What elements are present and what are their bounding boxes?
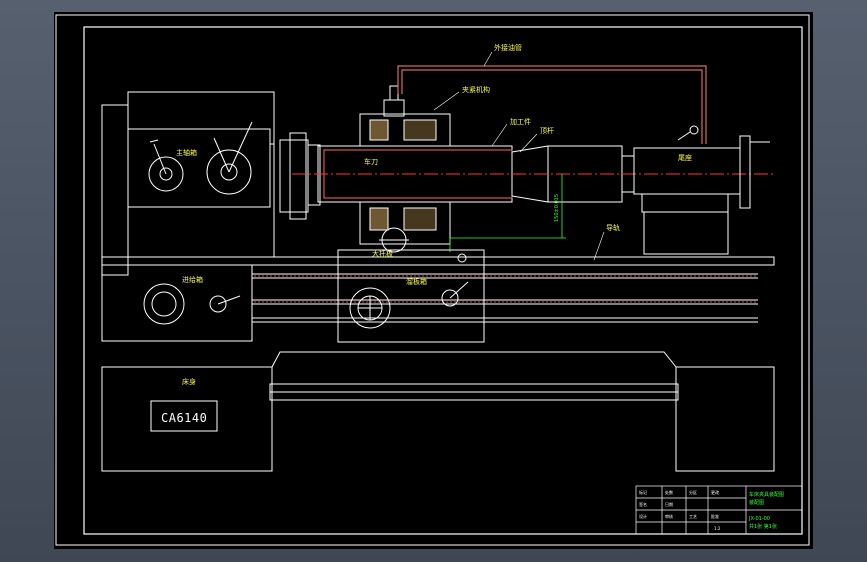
label-feed-box: 进给箱 (182, 275, 203, 284)
headstock (101, 91, 321, 276)
outer-frame (55, 14, 810, 546)
model-label: CA6140 (161, 411, 207, 425)
title-block-cell: 更改 (711, 489, 719, 495)
apron (337, 249, 485, 343)
title-block-cell: 分区 (689, 489, 697, 495)
dimension-text: 150±0.015 (554, 194, 560, 222)
tailstock (633, 125, 770, 255)
title-block-cell: 签名 (639, 501, 647, 507)
title-block-cell: 处数 (665, 489, 673, 495)
label-tailstock: 尾座 (678, 153, 692, 162)
title-block-cell: 设计 (639, 513, 647, 519)
title-block-scale: 1:2 (714, 526, 721, 531)
title-block-cell: 批准 (711, 513, 719, 519)
title-block-cell: 审核 (665, 513, 673, 519)
title-block-subtitle: 装配图 (749, 499, 764, 506)
lathe-drawing: 主轴箱 车刀 加工件 顶杆 夹紧机构 外接油管 150±0.015 尾座 导轨 … (55, 14, 810, 546)
label-fixture: 夹紧机构 (462, 85, 490, 94)
title-block-code: JX-01-00 (748, 516, 770, 522)
title-block-sheet: 共1张 第1张 (749, 523, 777, 530)
feed-box (101, 264, 253, 342)
title-block-cell: 标记 (639, 489, 647, 495)
title-block-title: 车床夹具装配图 (749, 491, 784, 498)
label-headstock: 主轴箱 (176, 148, 197, 157)
dimension (449, 174, 566, 252)
leadscrew (254, 275, 756, 303)
title-block-cell: 工艺 (689, 514, 697, 519)
label-bed: 床身 (182, 377, 196, 386)
label-workpiece: 加工件 (510, 117, 531, 126)
label-cutter: 车刀 (364, 157, 378, 166)
label-coolant-tube: 外接油管 (494, 43, 522, 52)
bed-rails (101, 256, 775, 323)
label-guide-rail: 导轨 (606, 223, 620, 232)
fixture (359, 85, 451, 253)
label-apron: 溜板箱 (406, 277, 427, 286)
label-rod: 顶杆 (540, 126, 554, 135)
title-block-cell: 日期 (665, 501, 673, 507)
cad-viewport[interactable]: 主轴箱 车刀 加工件 顶杆 夹紧机构 外接油管 150±0.015 尾座 导轨 … (54, 12, 813, 549)
label-carriage: 大托板 (372, 249, 393, 258)
